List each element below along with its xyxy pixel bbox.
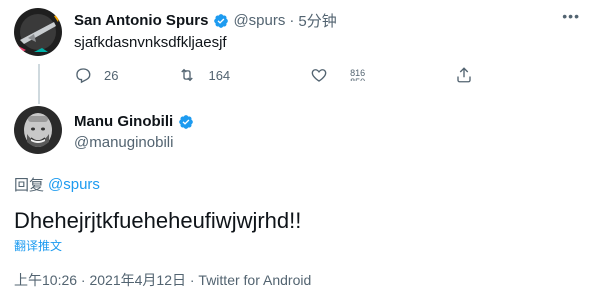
reply-context: 回复 @spurs <box>14 174 100 195</box>
more-options-button[interactable]: ••• <box>562 8 580 24</box>
tweet2-timestamp[interactable]: 上午10:26 · 2021年4月12日 · Twitter for Andro… <box>14 270 311 290</box>
retweet-button[interactable]: 164 <box>178 66 230 84</box>
tweet2-header: Manu Ginobili <box>74 113 198 130</box>
tweet1-text: sjafkdasnvnksdfkljaesjf <box>74 34 227 51</box>
share-icon <box>457 67 471 83</box>
verified-badge-icon <box>214 13 229 28</box>
spurs-avatar[interactable] <box>14 8 62 56</box>
manu-avatar[interactable] <box>14 106 62 154</box>
tweet1-author-name[interactable]: San Antonio Spurs <box>74 12 208 29</box>
tweet2-author-name[interactable]: Manu Ginobili <box>74 113 173 130</box>
tweet1-handle[interactable]: @spurs <box>233 12 285 29</box>
verified-badge-icon <box>179 114 193 129</box>
tweet1-header: San Antonio Spurs @spurs · 5分钟 <box>74 10 337 31</box>
retweet-count: 164 <box>208 67 231 83</box>
reply-prefix: 回复 <box>14 177 45 194</box>
reply-count: 26 <box>104 67 119 83</box>
spurs-logo-icon <box>14 8 62 56</box>
reply-icon <box>76 68 91 84</box>
manu-portrait-icon <box>14 106 62 154</box>
like-count-rolling: 816 850 <box>338 69 365 81</box>
reply-to-link[interactable]: @spurs <box>48 176 100 193</box>
thread-connector-line <box>38 64 40 104</box>
tweet1-actions: 26 164 816 850 <box>74 66 473 84</box>
retweet-icon <box>181 68 194 82</box>
tweet2-text: Dhehejrjtkfueheheufiwjwjrhd!! <box>14 208 302 233</box>
translate-tweet-link[interactable]: 翻译推文 <box>14 237 62 254</box>
tweet1-time[interactable]: 5分钟 <box>298 10 336 31</box>
heart-icon <box>311 69 327 82</box>
like-count-bottom: 850 <box>350 78 365 82</box>
tweet2-handle[interactable]: @manuginobili <box>74 134 173 151</box>
like-button[interactable]: 816 850 <box>310 66 365 84</box>
tweet1-separator: · <box>289 12 295 29</box>
share-button[interactable] <box>455 66 473 84</box>
reply-button[interactable]: 26 <box>74 66 118 84</box>
